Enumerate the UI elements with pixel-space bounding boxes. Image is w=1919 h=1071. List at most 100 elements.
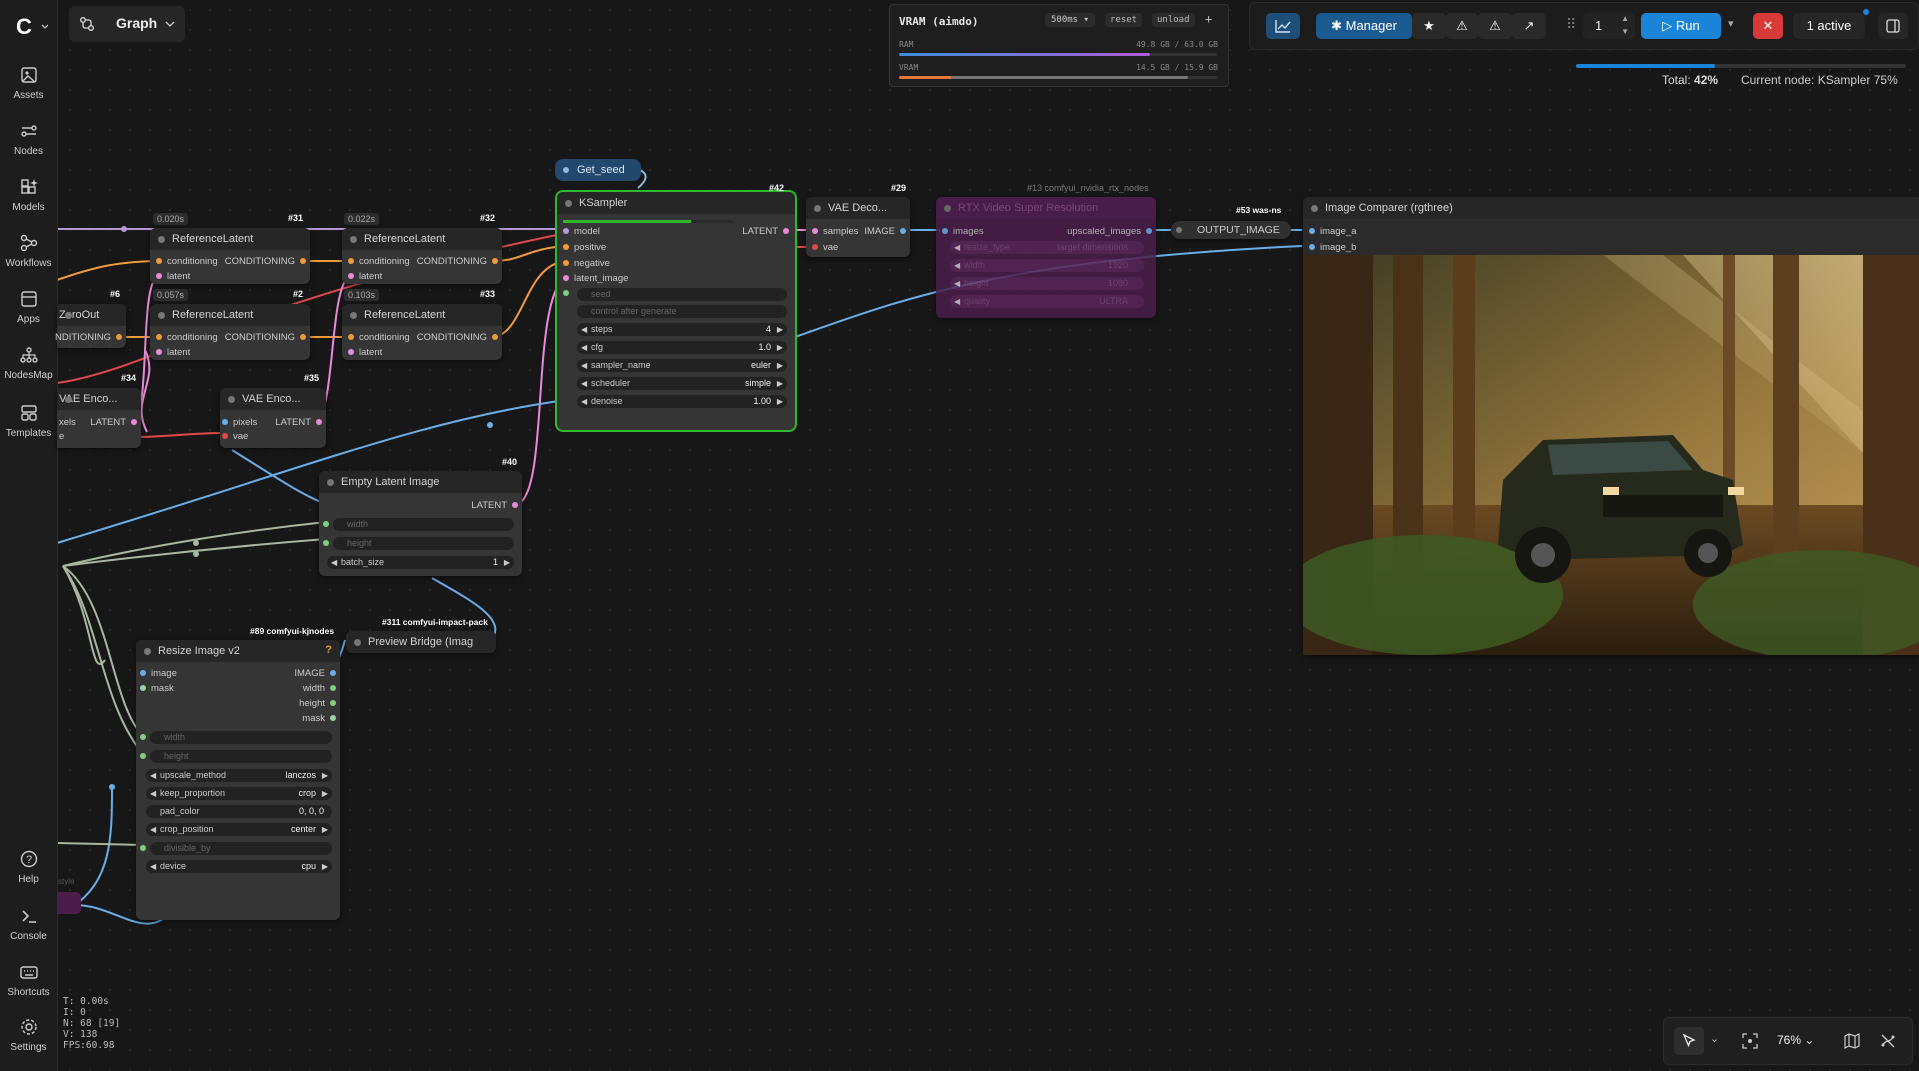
height-widget[interactable]: height: [150, 750, 332, 763]
upscale-method-widget[interactable]: ◀ upscale_method lanczos ▶: [146, 769, 332, 782]
pad-color-widget[interactable]: pad_color 0, 0, 0: [146, 805, 332, 818]
keep-proportion-widget[interactable]: ◀ keep_proportion crop ▶: [146, 787, 332, 800]
input-latent[interactable]: latent: [348, 347, 382, 358]
model-b-button[interactable]: ⚠: [1478, 13, 1512, 39]
input-conditioning[interactable]: conditioning: [156, 332, 218, 343]
reference-latent-node[interactable]: ReferenceLatent conditioning latent COND…: [150, 304, 310, 360]
height-widget[interactable]: height: [333, 537, 514, 550]
input-latent[interactable]: latent: [348, 271, 382, 282]
favorites-button[interactable]: ★: [1412, 13, 1446, 39]
steps-widget[interactable]: ◀ steps 4 ▶: [577, 323, 787, 336]
seed-input-socket[interactable]: [563, 288, 574, 299]
output-image[interactable]: IMAGE: [864, 226, 906, 237]
interval-select[interactable]: 500ms ▾: [1045, 13, 1095, 27]
zoom-level[interactable]: 76% ⌄: [1777, 1033, 1814, 1047]
output-width[interactable]: width: [303, 683, 336, 694]
cancel-run-button[interactable]: ✕: [1753, 13, 1783, 39]
input-model[interactable]: model: [563, 226, 600, 237]
sidebar-item-workflows[interactable]: Workflows: [0, 232, 57, 269]
height-widget[interactable]: ◀ height 1080: [950, 277, 1144, 290]
input-pixels[interactable]: pixels: [222, 417, 257, 428]
denoise-widget[interactable]: ◀ denoise 1.00 ▶: [577, 395, 787, 408]
queue-active-button[interactable]: 1 active: [1793, 13, 1865, 39]
output-mask[interactable]: mask: [302, 713, 336, 724]
output-conditioning[interactable]: CONDITIONING: [225, 256, 306, 267]
input-mask[interactable]: mask: [140, 683, 174, 694]
unload-button[interactable]: unload: [1152, 13, 1195, 27]
input-vae[interactable]: vae: [222, 431, 248, 442]
input-conditioning[interactable]: conditioning: [348, 256, 410, 267]
output-image[interactable]: IMAGE: [294, 668, 336, 679]
width-widget[interactable]: ◀ width 1920: [950, 259, 1144, 272]
input-images[interactable]: images: [942, 226, 984, 237]
device-widget[interactable]: ◀ device cpu ▶: [146, 860, 332, 873]
input-vae[interactable]: vae: [812, 242, 838, 253]
share-button[interactable]: ↗: [1512, 13, 1546, 39]
get-seed-node[interactable]: Get_seed: [555, 159, 641, 181]
reset-button[interactable]: reset: [1105, 13, 1143, 27]
comfy-logo[interactable]: C: [14, 14, 49, 42]
resize-type-widget[interactable]: ◀ resize_type target dimensions: [950, 241, 1144, 254]
input-positive[interactable]: positive: [563, 242, 606, 253]
select-mode-button[interactable]: [1674, 1027, 1704, 1055]
comparison-image[interactable]: [1303, 255, 1919, 655]
input-image-a[interactable]: image_a: [1309, 226, 1356, 237]
input-image-b[interactable]: image_b: [1309, 242, 1356, 253]
sidebar-item-nodesmap[interactable]: NodesMap: [0, 344, 57, 381]
drag-handle-icon[interactable]: ⠿: [1566, 16, 1576, 33]
output-conditioning[interactable]: CONDITIONING: [417, 256, 498, 267]
zero-out-node[interactable]: ZeroOut NDITIONING: [55, 304, 126, 348]
sidebar-item-settings[interactable]: Settings: [0, 1016, 57, 1053]
control-after-generate-widget[interactable]: control after generate: [577, 305, 787, 318]
input-latent[interactable]: latent: [156, 347, 190, 358]
seed-widget[interactable]: seed: [577, 288, 787, 301]
quality-widget[interactable]: ◀ quality ULTRA: [950, 295, 1144, 308]
sidebar-item-nodes[interactable]: Nodes: [0, 120, 57, 157]
output-conditioning[interactable]: CONDITIONING: [225, 332, 306, 343]
batch-count-input[interactable]: 1 ▲ ▼: [1583, 13, 1635, 39]
fit-view-icon[interactable]: [1742, 1033, 1758, 1049]
collapsed-node-stub[interactable]: [57, 892, 81, 914]
cfg-widget[interactable]: ◀ cfg 1.0 ▶: [577, 341, 787, 354]
output-latent[interactable]: LATENT: [275, 417, 322, 428]
input-latent-image[interactable]: latent_image: [563, 273, 628, 284]
input-conditioning[interactable]: conditioning: [156, 256, 218, 267]
output-image-node[interactable]: OUTPUT_IMAGE: [1171, 221, 1291, 239]
ksampler-node[interactable]: KSampler model positive negative latent_…: [557, 192, 795, 430]
output-conditioning[interactable]: CONDITIONING: [417, 332, 498, 343]
resize-image-node[interactable]: Resize Image v2 ? image mask IMAGE width…: [136, 640, 340, 920]
help-badge[interactable]: ?: [325, 644, 332, 656]
width-widget[interactable]: width: [333, 518, 514, 531]
run-button[interactable]: ▷ Run: [1641, 13, 1721, 39]
run-options-chevron-icon[interactable]: ▾: [1728, 17, 1734, 30]
empty-latent-image-node[interactable]: Empty Latent Image LATENT width height ◀…: [319, 471, 522, 576]
graph-menu-button[interactable]: Graph: [69, 6, 185, 42]
divisible-by-widget[interactable]: divisible_by: [150, 842, 332, 855]
crop-position-widget[interactable]: ◀ crop_position center ▶: [146, 823, 332, 836]
sidebar-item-models[interactable]: Models: [0, 176, 57, 213]
reference-latent-node[interactable]: ReferenceLatent conditioning latent COND…: [342, 304, 502, 360]
decrement-icon[interactable]: ▼: [1621, 27, 1629, 36]
scheduler-widget[interactable]: ◀ scheduler simple ▶: [577, 377, 787, 390]
model-a-button[interactable]: ⚠: [1446, 13, 1478, 39]
output-height[interactable]: height: [299, 698, 336, 709]
vae-encode-node[interactable]: VAE Enco... xels e LATENT: [57, 388, 141, 448]
hide-links-icon[interactable]: [1880, 1033, 1896, 1049]
add-monitor-button[interactable]: +: [1205, 12, 1212, 26]
toggle-panel-button[interactable]: [1878, 13, 1908, 39]
vae-decode-node[interactable]: VAE Deco... samples vae IMAGE: [806, 197, 910, 257]
reference-latent-node[interactable]: ReferenceLatent conditioning latent COND…: [342, 228, 502, 284]
sidebar-item-help[interactable]: ? Help: [0, 848, 57, 885]
image-comparer-node[interactable]: Image Comparer (rgthree) image_a image_b: [1303, 197, 1919, 655]
chevron-down-icon[interactable]: ⌄: [1710, 1032, 1719, 1045]
batch-size-widget[interactable]: ◀ batch_size 1 ▶: [327, 556, 514, 569]
minimap-icon[interactable]: [1844, 1033, 1860, 1049]
input-vae[interactable]: e: [59, 431, 64, 442]
width-widget[interactable]: width: [150, 731, 332, 744]
sidebar-item-assets[interactable]: Assets: [0, 64, 57, 101]
output-latent[interactable]: LATENT: [90, 417, 137, 428]
input-samples[interactable]: samples: [812, 226, 858, 237]
sidebar-item-templates[interactable]: Templates: [0, 402, 57, 439]
sidebar-item-apps[interactable]: Apps: [0, 288, 57, 325]
input-negative[interactable]: negative: [563, 258, 610, 269]
